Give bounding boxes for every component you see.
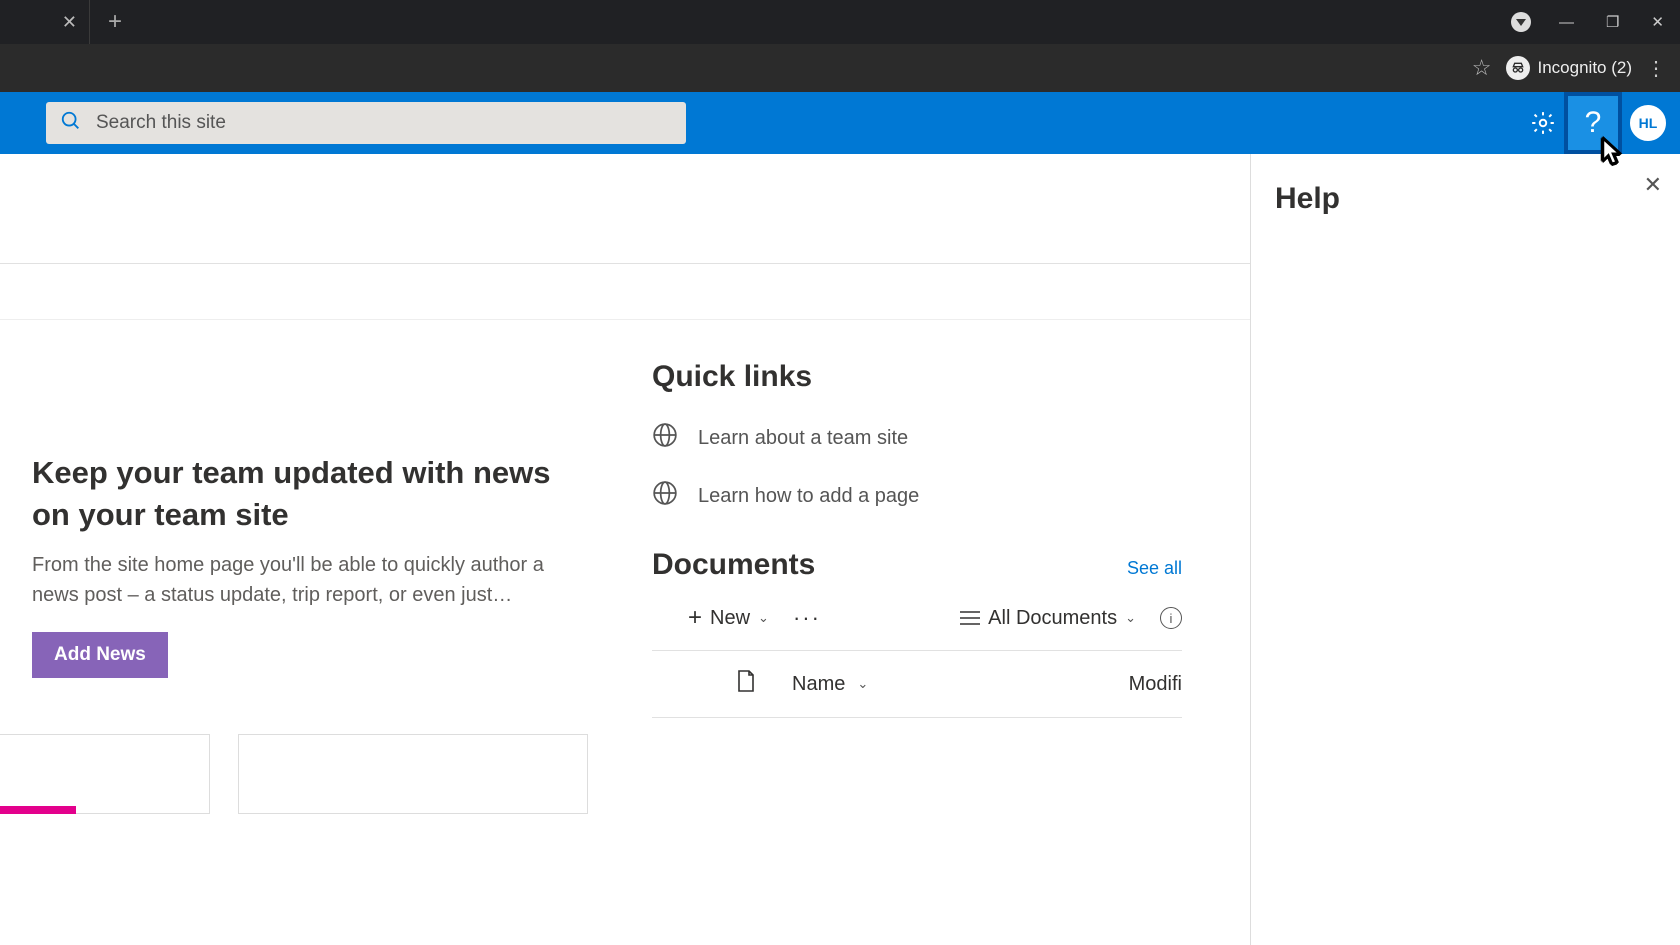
quick-link-item[interactable]: Learn how to add a page — [652, 480, 1182, 512]
browser-account-icon[interactable] — [1511, 12, 1531, 32]
chevron-down-icon: ⌄ — [857, 676, 868, 692]
window-close-icon[interactable]: ✕ — [1635, 13, 1680, 31]
globe-icon — [652, 422, 678, 454]
nav-region — [0, 264, 1250, 320]
news-card[interactable] — [238, 734, 588, 814]
browser-menu-icon[interactable]: ⋮ — [1646, 56, 1666, 81]
settings-button[interactable] — [1522, 102, 1564, 144]
account-avatar[interactable]: HL — [1630, 105, 1666, 141]
globe-icon — [652, 480, 678, 512]
quick-link-label: Learn about a team site — [698, 427, 908, 450]
new-tab-button[interactable]: + — [90, 8, 140, 36]
news-heading: Keep your team updated with news on your… — [32, 452, 592, 536]
column-header-modified[interactable]: Modifi — [1129, 673, 1182, 696]
add-news-button[interactable]: Add News — [32, 632, 168, 678]
more-actions-button[interactable]: ··· — [793, 605, 821, 631]
close-tab-icon[interactable]: ✕ — [62, 12, 77, 33]
browser-tab-strip: ✕ + — ❐ ✕ — [0, 0, 1680, 44]
search-placeholder: Search this site — [96, 112, 226, 134]
avatar-initials: HL — [1639, 115, 1658, 131]
close-icon[interactable]: ✕ — [1644, 172, 1662, 198]
new-document-button[interactable]: + New ⌄ — [688, 604, 769, 632]
incognito-label: Incognito (2) — [1538, 58, 1633, 78]
search-input[interactable]: Search this site — [46, 102, 686, 144]
chevron-down-icon: ⌄ — [758, 610, 769, 626]
browser-toolbar: ☆ Incognito (2) ⋮ — [0, 44, 1680, 92]
view-selector[interactable]: All Documents ⌄ — [960, 607, 1136, 630]
help-panel: ✕ Help — [1250, 154, 1680, 945]
site-header-region — [0, 154, 1250, 264]
plus-icon: + — [688, 604, 702, 632]
view-label: All Documents — [988, 607, 1117, 630]
search-icon — [60, 110, 82, 137]
column-header-name[interactable]: Name ⌄ — [792, 673, 868, 696]
bookmark-star-icon[interactable]: ☆ — [1472, 55, 1492, 81]
help-panel-title: Help — [1275, 182, 1656, 216]
documents-heading: Documents — [652, 548, 815, 582]
quick-links-heading: Quick links — [652, 360, 1182, 394]
window-minimize-icon[interactable]: — — [1543, 14, 1590, 31]
incognito-badge[interactable]: Incognito (2) — [1506, 56, 1633, 80]
new-label: New — [710, 607, 750, 630]
see-all-link[interactable]: See all — [1127, 558, 1182, 579]
browser-tab[interactable]: ✕ — [0, 0, 90, 44]
window-maximize-icon[interactable]: ❐ — [1590, 13, 1635, 31]
help-button[interactable]: ? — [1564, 92, 1622, 154]
quick-link-label: Learn how to add a page — [698, 485, 919, 508]
documents-header-row: Name ⌄ Modifi — [652, 650, 1182, 718]
incognito-icon — [1506, 56, 1530, 80]
news-card[interactable] — [0, 734, 210, 814]
chevron-down-icon: ⌄ — [1125, 610, 1136, 626]
suite-header: Search this site ? HL — [0, 92, 1680, 154]
file-icon — [736, 669, 756, 699]
info-button[interactable]: i — [1160, 607, 1182, 629]
news-description: From the site home page you'll be able t… — [32, 550, 592, 610]
quick-link-item[interactable]: Learn about a team site — [652, 422, 1182, 454]
